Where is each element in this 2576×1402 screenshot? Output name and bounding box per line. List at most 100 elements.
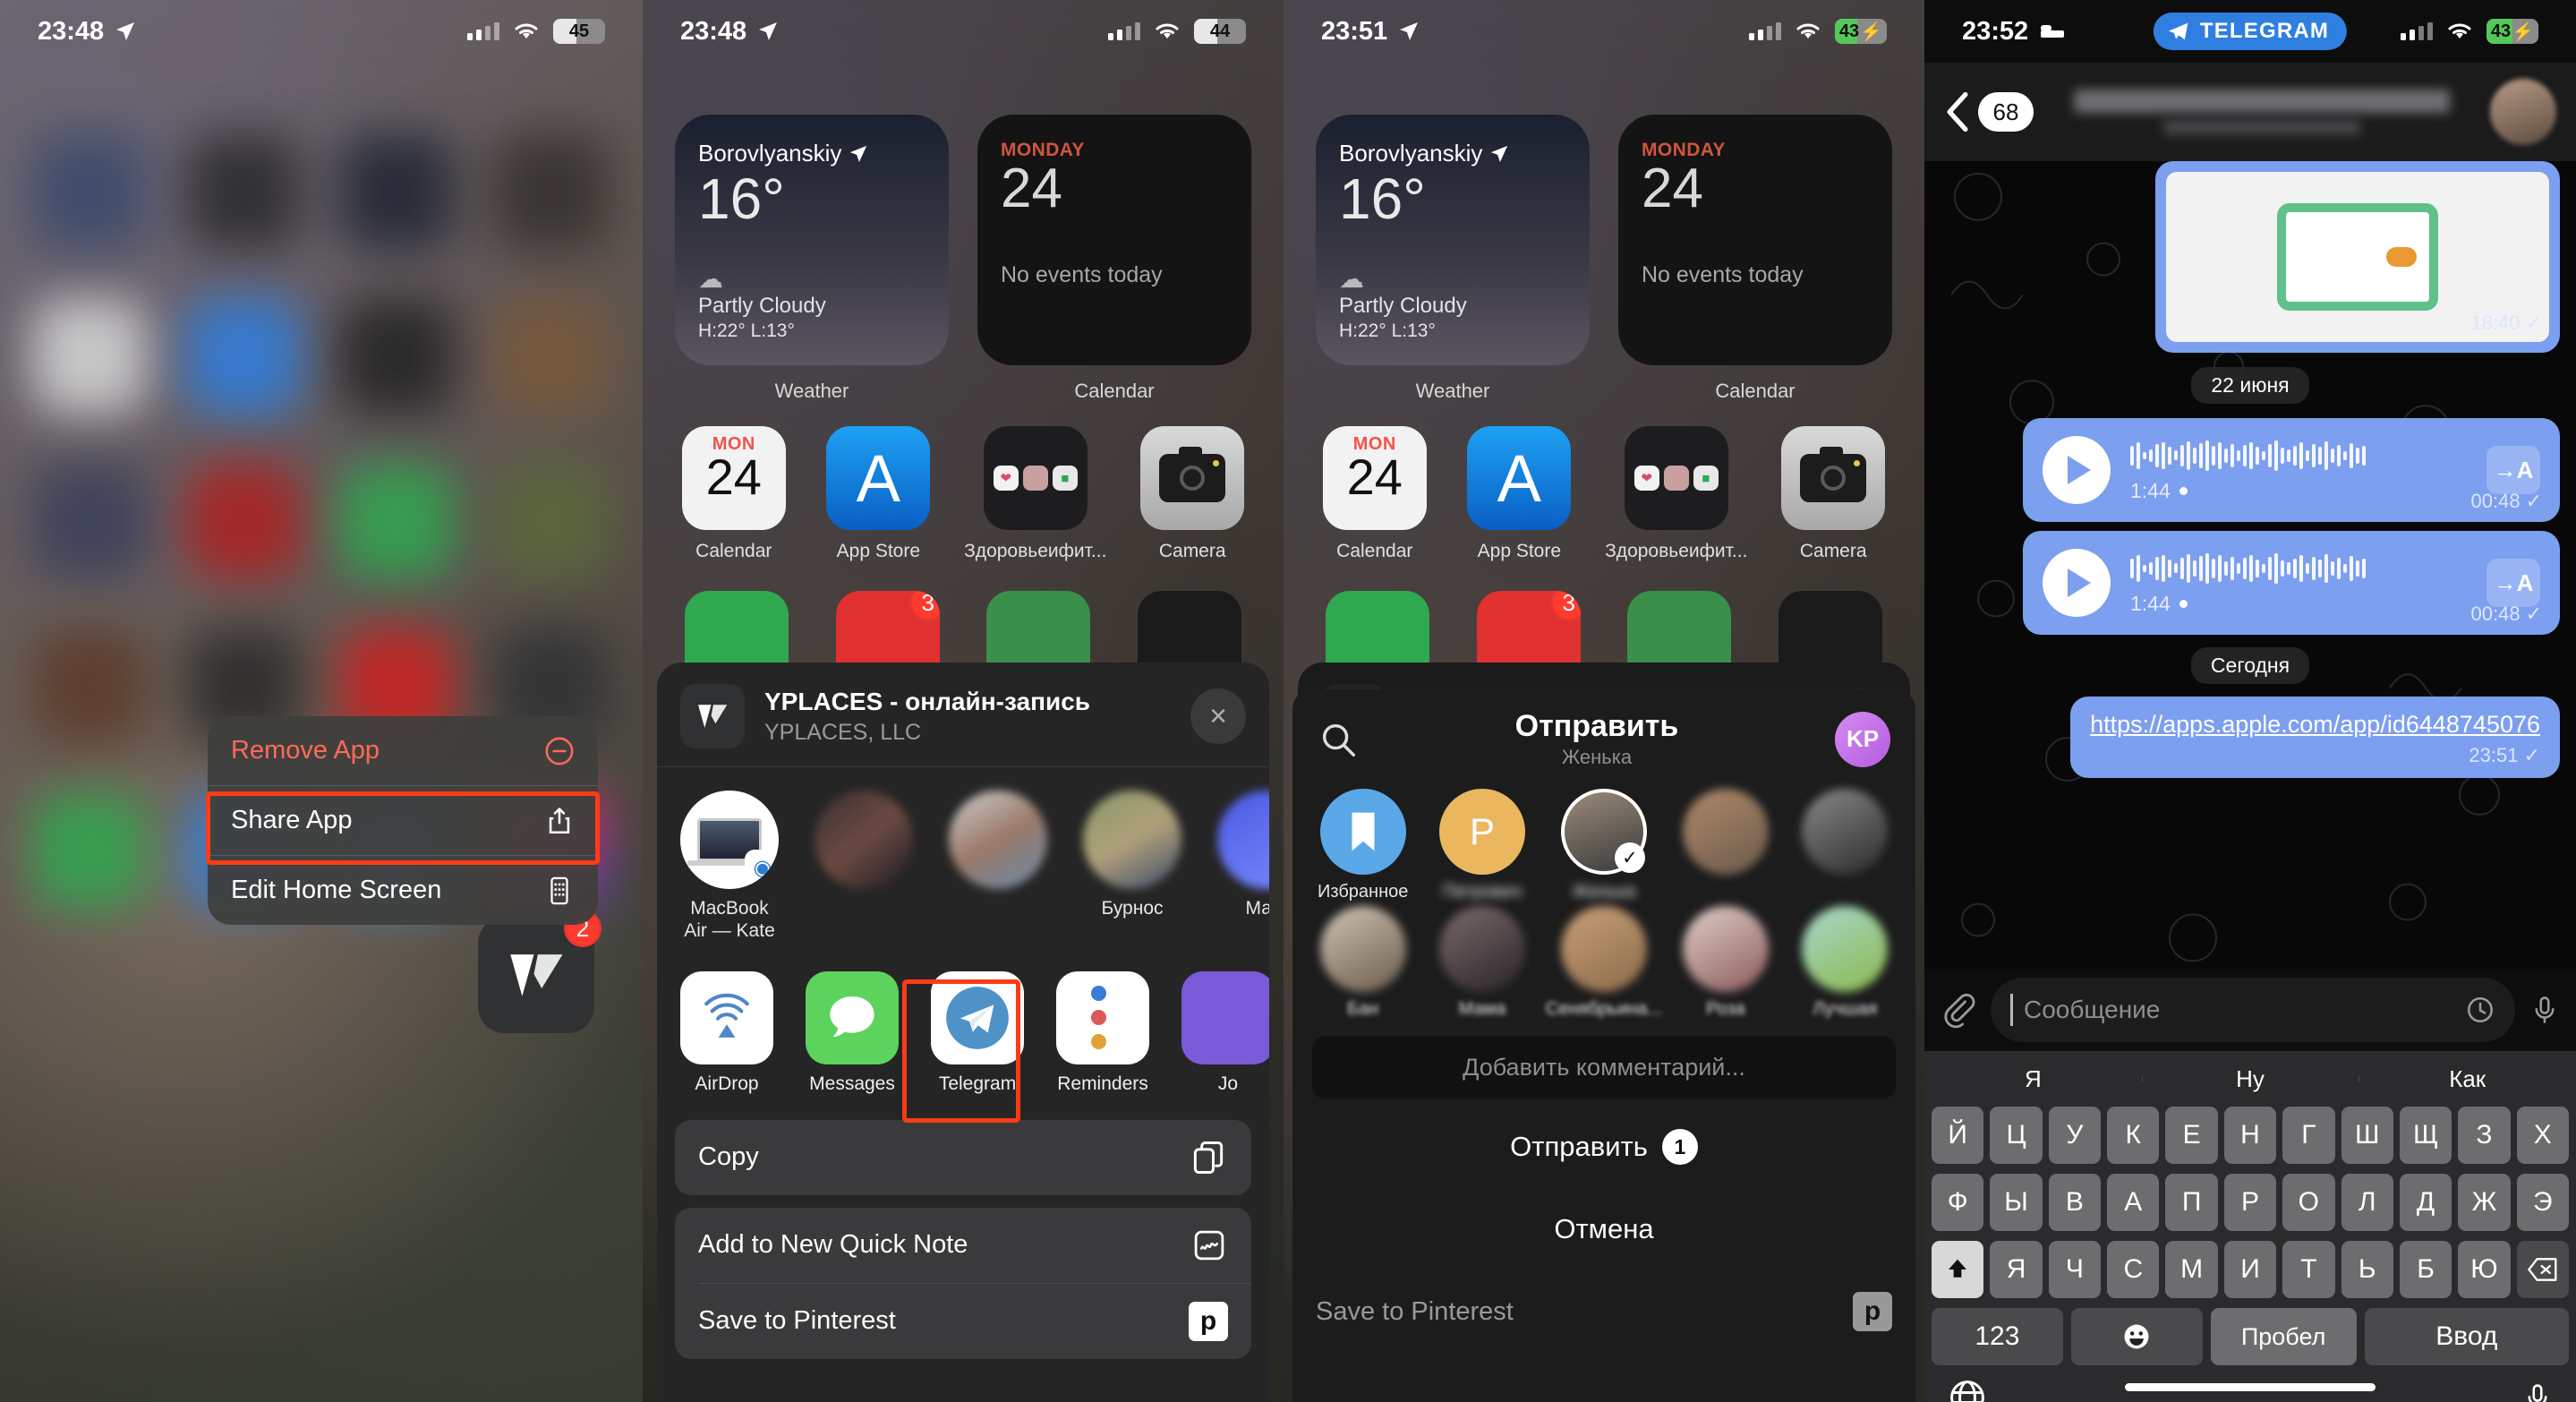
key[interactable]: У [2048,1107,2102,1164]
key[interactable]: П [2165,1174,2218,1231]
app-app-store[interactable]: A App Store [1461,426,1579,562]
key[interactable]: Ю [2458,1241,2511,1298]
context-menu-item-edit-home-screen[interactable]: Edit Home Screen [208,856,598,925]
contact-item[interactable]: P Петрович [1426,789,1538,902]
key[interactable]: Ы [1990,1174,2043,1231]
airdrop-target[interactable] [949,791,1047,943]
key[interactable]: З [2458,1107,2511,1164]
key[interactable]: Л [2341,1174,2393,1231]
chat-title[interactable] [2034,90,2490,134]
avatar[interactable] [2490,79,2556,145]
key[interactable]: Г [2282,1107,2335,1164]
context-menu[interactable]: Remove App Share App Edit Home Screen [208,716,598,925]
action-save-pinterest[interactable]: Save to Pinterest p [675,1284,1251,1359]
share-app-more[interactable]: Jo [1181,970,1269,1095]
share-app-telegram[interactable]: Telegram [931,970,1024,1095]
key[interactable]: Й [1932,1107,1984,1164]
contact-item[interactable]: Роза [1669,906,1781,1020]
message-link[interactable]: https://apps.apple.com/app/id6448745076 [2090,711,2540,739]
key[interactable]: А [2107,1174,2160,1231]
globe-icon[interactable] [1948,1378,1987,1402]
search-icon[interactable] [1318,719,1359,760]
link-message[interactable]: https://apps.apple.com/app/id6448745076 … [2070,697,2560,778]
avatar[interactable]: KP [1835,711,1890,767]
key[interactable]: С [2107,1241,2160,1298]
photo-message[interactable]: 18:40 ✓ [2155,161,2560,353]
key[interactable]: О [2282,1174,2335,1231]
action-copy[interactable]: Copy [675,1120,1251,1195]
comment-input[interactable]: Добавить комментарий... [1312,1036,1896,1099]
cancel-button[interactable]: Отмена [1301,1192,1906,1267]
key[interactable]: Б [2399,1241,2452,1298]
transcribe-button[interactable]: →A [2486,446,2540,494]
action-save-pinterest[interactable]: Save to Pinterest p [1292,1274,1915,1349]
airdrop-target[interactable]: ◉ MacBook Air — Kate [680,791,779,943]
clock-icon[interactable] [2465,995,2495,1025]
contact-item[interactable]: Сенябрьина... [1546,906,1662,1020]
app-camera[interactable]: Camera [1774,426,1892,562]
contact-item[interactable] [1669,789,1781,902]
telegram-app-banner[interactable]: TELEGRAM [2153,13,2348,50]
app-app-store[interactable]: A App Store [820,426,938,562]
send-button[interactable]: Отправить 1 [1312,1113,1896,1181]
key[interactable]: Н [2223,1107,2277,1164]
prediction-item[interactable]: Ну [2141,1065,2359,1093]
key[interactable]: К [2107,1107,2160,1164]
paperclip-icon[interactable] [1941,990,1976,1030]
emoji-key[interactable] [2070,1308,2203,1365]
contact-item[interactable]: Лучшая [1789,906,1901,1020]
contact-item[interactable] [1789,789,1901,902]
microphone-icon[interactable] [2529,990,2560,1030]
backspace-key[interactable] [2516,1241,2569,1298]
share-app-airdrop[interactable]: AirDrop [680,970,773,1095]
space-key[interactable]: Пробел [2210,1308,2357,1365]
app-camera[interactable]: Camera [1133,426,1251,562]
message-input[interactable]: Сообщение [1991,978,2515,1042]
key[interactable]: Ч [2048,1241,2102,1298]
app-calendar[interactable]: MON 24 Calendar [1316,426,1434,562]
close-icon[interactable]: × [1190,688,1246,744]
voice-message[interactable]: 1:44 →A 00:48 ✓ [2023,531,2560,635]
weather-widget[interactable]: Borovlyanskiy 16° ☁ Partly Cloudy H:22° … [675,115,949,365]
key[interactable]: М [2165,1241,2218,1298]
app-health-folder[interactable]: ❤ ■ Здоровьеифит... [1605,426,1747,562]
key[interactable]: Ж [2458,1174,2511,1231]
contact-item[interactable]: Бан [1307,906,1419,1020]
transcribe-button[interactable]: →A [2486,559,2540,607]
airdrop-target[interactable] [815,791,913,943]
key[interactable]: Т [2282,1241,2335,1298]
play-button[interactable] [2043,436,2111,504]
airdrop-target[interactable]: Ма... [1217,791,1269,943]
key[interactable]: Ш [2341,1107,2393,1164]
weather-widget[interactable]: Borovlyanskiy 16° ☁ Partly Cloudy H:22° … [1316,115,1590,365]
app-health-folder[interactable]: ❤ ■ Здоровьеифит... [964,426,1106,562]
enter-key[interactable]: Ввод [2364,1308,2569,1365]
microphone-icon[interactable] [2522,1378,2553,1402]
key[interactable]: Ь [2341,1241,2393,1298]
key[interactable]: Я [1990,1241,2043,1298]
prediction-item[interactable]: Я [1924,1065,2142,1093]
key[interactable]: Е [2165,1107,2218,1164]
prediction-item[interactable]: Как [2358,1065,2576,1093]
action-add-quick-note[interactable]: Add to New Quick Note [675,1208,1251,1283]
numbers-key[interactable]: 123 [1932,1308,2063,1365]
airdrop-target[interactable]: Бурнос [1083,791,1181,943]
shift-key[interactable] [1932,1241,1984,1298]
key[interactable]: И [2223,1241,2277,1298]
context-menu-item-remove-app[interactable]: Remove App [208,716,598,785]
context-menu-item-share-app[interactable]: Share App [208,786,598,855]
key[interactable]: Э [2516,1174,2569,1231]
yplaces-app-icon[interactable]: 2 [478,910,601,1033]
key[interactable]: Х [2516,1107,2569,1164]
contact-item[interactable]: Мама [1426,906,1538,1020]
key[interactable]: Д [2399,1174,2452,1231]
key[interactable]: Ф [1932,1174,1984,1231]
back-button[interactable]: 68 [1944,91,2034,133]
contact-item-selected[interactable]: ✓ Женька [1546,789,1662,902]
voice-message[interactable]: 1:44 →A 00:48 ✓ [2023,418,2560,522]
contact-saved-messages[interactable]: Избранное [1307,789,1419,902]
share-app-reminders[interactable]: Reminders [1056,970,1149,1095]
key[interactable]: В [2048,1174,2102,1231]
key[interactable]: Щ [2399,1107,2452,1164]
key[interactable]: Р [2223,1174,2277,1231]
